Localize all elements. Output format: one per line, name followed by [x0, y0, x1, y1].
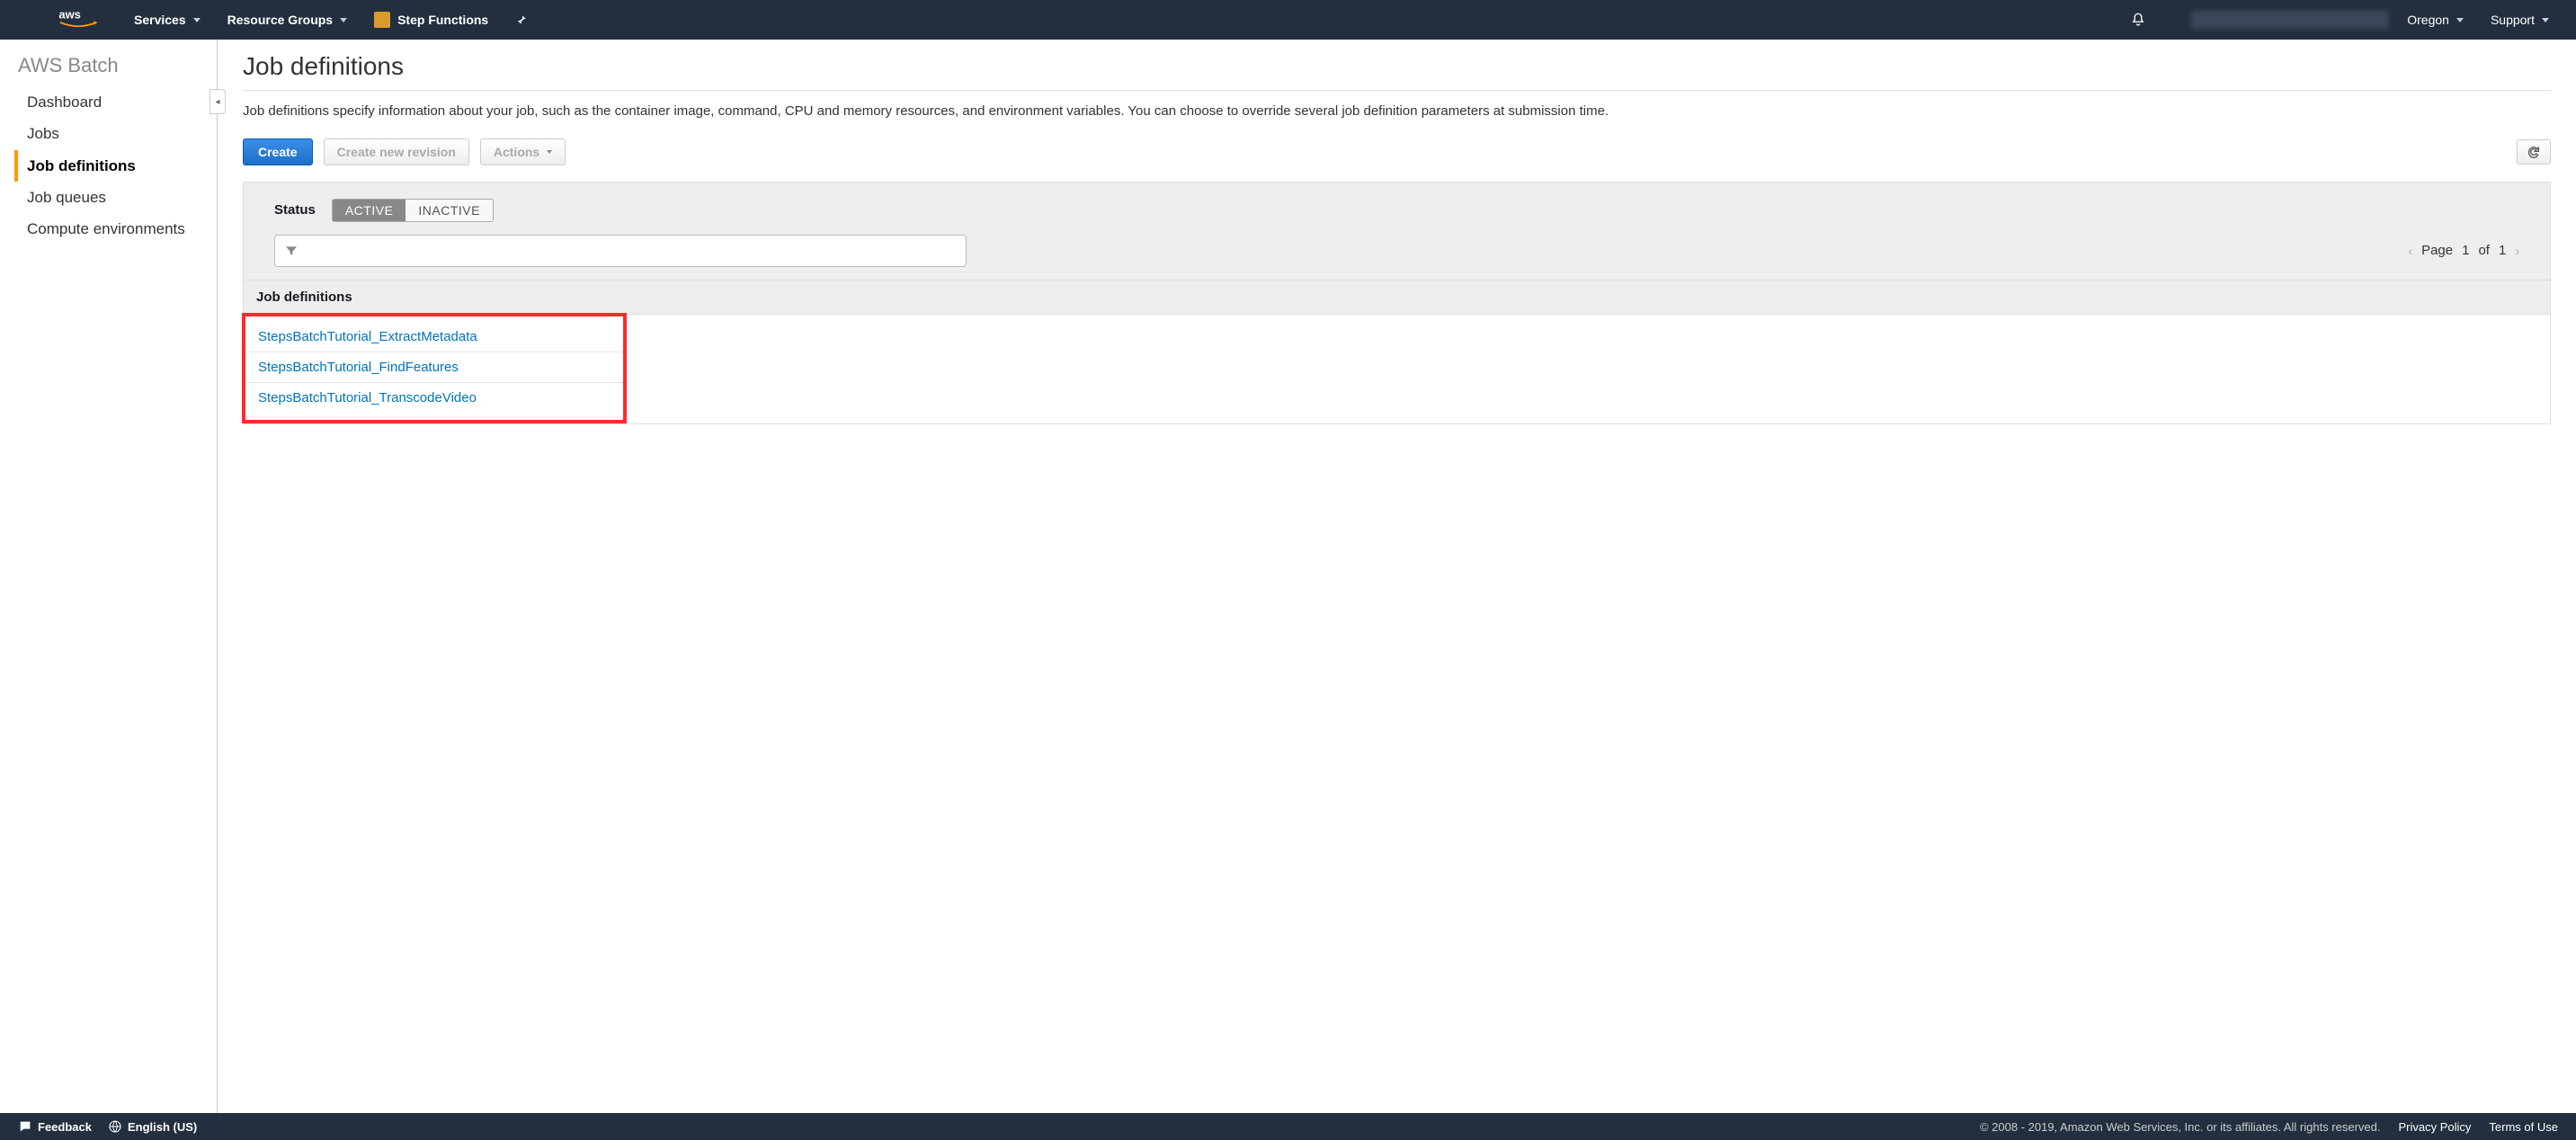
create-new-revision-label: Create new revision — [337, 145, 456, 159]
nav-services-label: Services — [134, 13, 186, 27]
sidebar-item-job-queues[interactable]: Job queues — [18, 182, 217, 213]
nav-support-label: Support — [2491, 13, 2535, 27]
pager-next[interactable]: › — [2515, 244, 2519, 258]
nav-notifications[interactable] — [2130, 12, 2146, 28]
definitions-panel: Status ACTIVE INACTIVE ‹ Page 1 of — [243, 182, 2551, 424]
footer-language[interactable]: English (US) — [108, 1119, 197, 1134]
aws-logo[interactable]: aws — [58, 8, 98, 31]
filter-icon — [284, 244, 299, 258]
table-row[interactable]: StepsBatchTutorial_FindFeatures — [245, 352, 623, 383]
sidebar-item-jobs[interactable]: Jobs — [18, 118, 217, 149]
chat-icon — [18, 1119, 32, 1134]
actions-button[interactable]: Actions — [480, 138, 566, 165]
sidebar-title: AWS Batch — [18, 54, 217, 77]
svg-text:aws: aws — [58, 8, 81, 22]
page-description: Job definitions specify information abou… — [243, 102, 2551, 122]
top-nav: aws Services Resource Groups Step Functi… — [0, 0, 2576, 40]
footer-copyright: © 2008 - 2019, Amazon Web Services, Inc.… — [1980, 1120, 2381, 1134]
create-new-revision-button[interactable]: Create new revision — [324, 138, 469, 165]
footer-feedback-label: Feedback — [38, 1120, 92, 1134]
caret-down-icon — [2542, 18, 2549, 22]
pager: ‹ Page 1 of 1 › — [2408, 243, 2519, 258]
nav-region-label: Oregon — [2407, 13, 2449, 27]
step-functions-icon — [374, 12, 390, 28]
nav-account-blurred[interactable] — [2191, 11, 2389, 29]
sidebar-collapse-handle[interactable]: ◂ — [209, 89, 226, 114]
nav-region[interactable]: Oregon — [2407, 13, 2464, 27]
bell-icon — [2130, 12, 2146, 28]
nav-resource-groups-label: Resource Groups — [227, 13, 333, 27]
footer: Feedback English (US) © 2008 - 2019, Ama… — [0, 1113, 2576, 1140]
highlight-annotation: StepsBatchTutorial_ExtractMetadata Steps… — [242, 313, 627, 423]
status-toggle-active[interactable]: ACTIVE — [333, 200, 406, 221]
table-row[interactable]: StepsBatchTutorial_ExtractMetadata — [245, 316, 623, 352]
footer-feedback[interactable]: Feedback — [18, 1119, 92, 1134]
status-toggle-inactive[interactable]: INACTIVE — [406, 200, 493, 221]
sidebar-item-job-definitions[interactable]: Job definitions — [14, 150, 217, 182]
caret-down-icon — [547, 150, 552, 154]
refresh-icon — [2527, 145, 2541, 159]
nav-support[interactable]: Support — [2491, 13, 2549, 27]
table-header: Job definitions — [244, 281, 2550, 315]
filter-input[interactable] — [274, 235, 967, 267]
nav-pin[interactable] — [515, 13, 528, 26]
pin-icon — [515, 13, 528, 26]
caret-down-icon — [193, 18, 201, 22]
sidebar-item-compute-environments[interactable]: Compute environments — [18, 213, 217, 245]
pager-page: 1 — [2462, 243, 2469, 258]
nav-services[interactable]: Services — [134, 13, 201, 27]
toolbar: Create Create new revision Actions — [243, 138, 2551, 165]
caret-down-icon — [2456, 18, 2464, 22]
footer-language-label: English (US) — [128, 1120, 197, 1134]
sidebar-item-dashboard[interactable]: Dashboard — [18, 86, 217, 118]
nav-step-functions-label: Step Functions — [397, 13, 488, 27]
footer-terms[interactable]: Terms of Use — [2489, 1120, 2558, 1134]
status-label: Status — [274, 202, 316, 218]
table-row[interactable]: StepsBatchTutorial_TranscodeVideo — [245, 383, 623, 420]
nav-resource-groups[interactable]: Resource Groups — [227, 13, 347, 27]
sidebar: AWS Batch Dashboard Jobs Job definitions… — [0, 40, 218, 1113]
nav-step-functions[interactable]: Step Functions — [374, 12, 488, 28]
page-title: Job definitions — [243, 52, 2551, 81]
status-toggle: ACTIVE INACTIVE — [332, 199, 494, 222]
footer-privacy[interactable]: Privacy Policy — [2399, 1120, 2472, 1134]
create-button[interactable]: Create — [243, 138, 313, 165]
refresh-button[interactable] — [2517, 139, 2551, 165]
actions-label: Actions — [494, 145, 539, 159]
content: Job definitions Job definitions specify … — [218, 40, 2576, 1113]
globe-icon — [108, 1119, 122, 1134]
pager-prev[interactable]: ‹ — [2408, 244, 2412, 258]
pager-total: 1 — [2499, 243, 2506, 258]
pager-of: of — [2478, 243, 2490, 258]
pager-prefix: Page — [2421, 243, 2453, 258]
caret-down-icon — [340, 18, 347, 22]
